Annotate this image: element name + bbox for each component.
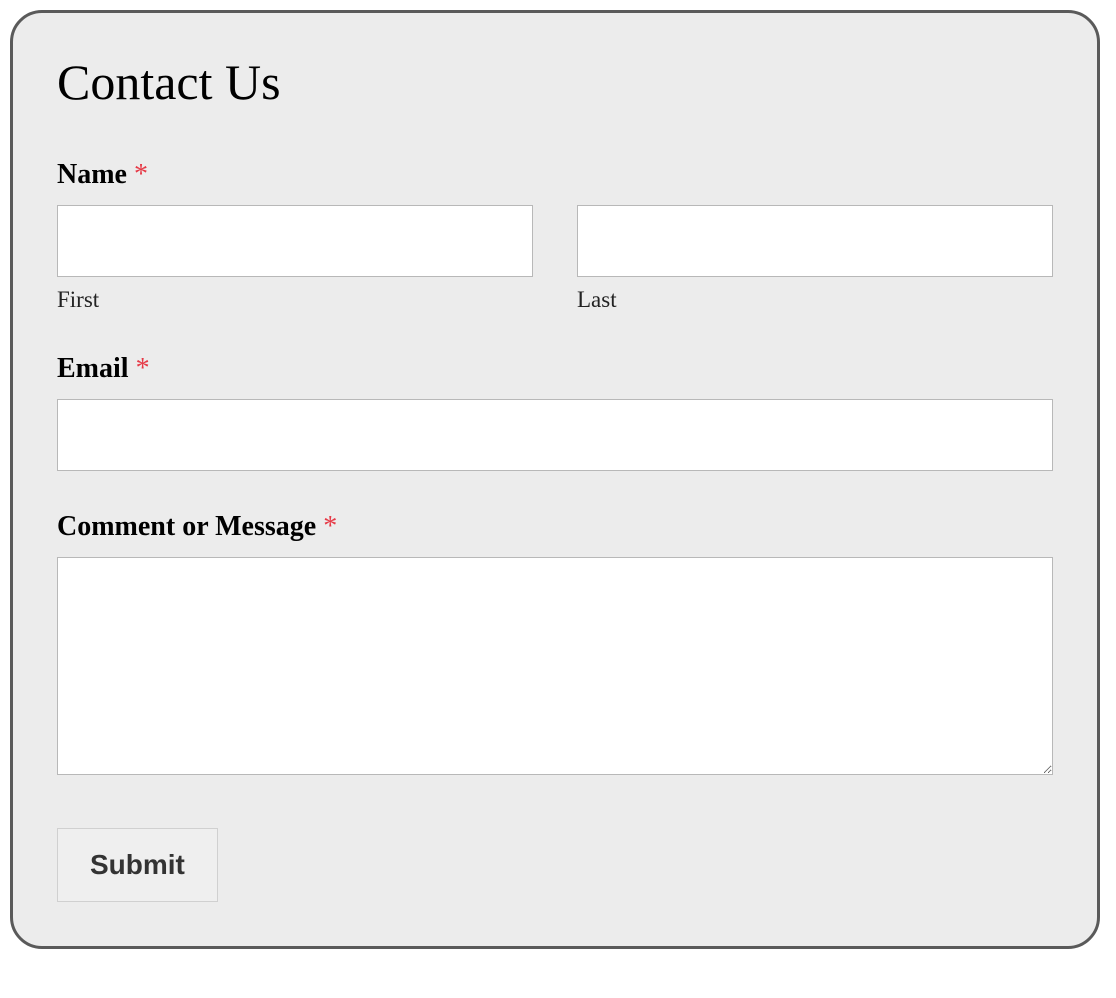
- required-marker: *: [136, 353, 150, 384]
- email-input[interactable]: [57, 399, 1053, 471]
- email-label-text: Email: [57, 353, 129, 384]
- name-label: Name *: [57, 159, 1053, 191]
- first-name-col: First: [57, 205, 533, 313]
- submit-button[interactable]: Submit: [57, 828, 218, 902]
- name-field-group: Name * First Last: [57, 159, 1053, 313]
- required-marker: *: [323, 511, 337, 542]
- form-title: Contact Us: [57, 53, 1053, 111]
- email-field-group: Email *: [57, 353, 1053, 471]
- message-label-text: Comment or Message: [57, 511, 316, 542]
- first-name-sublabel: First: [57, 287, 533, 313]
- last-name-input[interactable]: [577, 205, 1053, 277]
- required-marker: *: [134, 159, 148, 190]
- contact-form-container: Contact Us Name * First Last Email * Com…: [10, 10, 1100, 949]
- name-row: First Last: [57, 205, 1053, 313]
- message-field-group: Comment or Message *: [57, 511, 1053, 780]
- last-name-sublabel: Last: [577, 287, 1053, 313]
- message-label: Comment or Message *: [57, 511, 1053, 543]
- name-label-text: Name: [57, 159, 127, 190]
- email-label: Email *: [57, 353, 1053, 385]
- first-name-input[interactable]: [57, 205, 533, 277]
- message-textarea[interactable]: [57, 557, 1053, 775]
- last-name-col: Last: [577, 205, 1053, 313]
